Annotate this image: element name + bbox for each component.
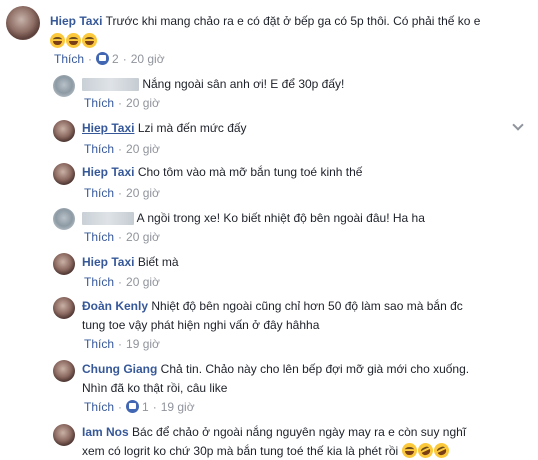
avatar[interactable] [53,208,75,230]
reply-author[interactable]: Iam Nos [82,425,129,439]
avatar[interactable] [53,297,75,319]
grinning-sweat-emoji [66,33,81,48]
rofl-emoji [415,440,436,460]
avatar[interactable] [6,6,40,40]
redacted-name [82,78,139,92]
like-badge-icon [126,400,140,413]
reply-time[interactable]: 19 giờ [161,400,195,414]
reply-text: Bác để chảo ở ngoài nắng nguyên ngày may… [132,425,467,439]
redacted-name [82,212,134,226]
reply-line: Hiep Taxi Cho tôm vào mà mỡ bắn tung toé… [82,164,362,180]
avatar[interactable] [53,253,75,275]
reply-text-cont: xem có logrit ko chứ 30p mà bắn tung toé… [82,444,399,458]
reply-text: Nắng ngoài sân anh ơi! E để 30p đấy! [142,77,345,91]
avatar[interactable] [53,163,75,185]
like-badge-icon [96,52,110,65]
rofl-emoji [431,440,452,460]
like-button[interactable]: Thích [84,400,114,414]
avatar[interactable] [53,360,75,382]
reply-text-cont: Nhìn đã ko thật rồi, câu like [82,381,228,395]
reply-line: Nắng ngoài sân anh ơi! E để 30p đấy! [82,76,344,92]
reply-line: A ngồi trong xe! Ko biết nhiệt độ bên ng… [82,210,425,226]
reply-time[interactable]: 19 giờ [126,337,160,351]
reply-text: A ngồi trong xe! Ko biết nhiệt độ bên ng… [136,211,425,225]
reply-time[interactable]: 20 giờ [126,230,160,244]
avatar[interactable] [53,120,75,142]
emoji-row [50,33,98,49]
reply-time[interactable]: 20 giờ [126,186,160,200]
reply-text: Biết mà [137,255,179,269]
like-button[interactable]: Thích [84,275,114,289]
reply-line: Đoàn Kenly Nhiệt độ bên ngoài cũng chỉ h… [82,298,463,314]
like-button[interactable]: Thích [84,96,114,110]
reply-text: Cho tôm vào mà mỡ bắn tung toé kinh thế [137,165,363,179]
reply-author[interactable]: Hiep Taxi [82,255,134,269]
grinning-sweat-emoji [50,33,65,48]
like-button[interactable]: Thích [54,52,84,66]
reply-line: Hiep Taxi Lzi mà đến mức đấy [82,120,247,136]
like-button[interactable]: Thích [84,142,114,156]
grinning-sweat-emoji [401,443,417,458]
grinning-sweat-emoji [82,33,97,48]
reply-time[interactable]: 20 giờ [126,275,160,289]
like-count[interactable]: 1 [142,400,149,414]
like-button[interactable]: Thích [84,186,114,200]
like-button[interactable]: Thích [84,230,114,244]
comment-author[interactable]: Hiep Taxi [50,14,102,28]
reply-author[interactable]: Đoàn Kenly [82,299,148,313]
avatar[interactable] [53,424,75,446]
reply-time[interactable]: 20 giờ [126,96,160,110]
reply-text: Nhiệt độ bên ngoài cũng chỉ hơn 50 độ là… [151,299,463,313]
reply-text: Lzi mà đến mức đấy [137,121,247,135]
reply-time[interactable]: 20 giờ [126,142,160,156]
chevron-down-icon[interactable] [512,119,524,131]
reply-line: Chung Giang Chả tin. Chảo này cho lên bế… [82,361,469,377]
reply-text-cont: tung toe vậy phát hiện nghi vấn ở đây hâ… [82,318,320,332]
reply-line: Hiep Taxi Biết mà [82,254,179,270]
comment-time[interactable]: 20 giờ [131,52,165,66]
like-count[interactable]: 2 [112,52,119,66]
avatar[interactable] [53,75,75,97]
reply-line: Iam Nos Bác để chảo ở ngoài nắng nguyên … [82,424,466,440]
reply-author[interactable]: Chung Giang [82,362,157,376]
reply-text: Chả tin. Chảo này cho lên bếp đợi mỡ già… [160,362,470,376]
reply-author[interactable]: Hiep Taxi [82,165,134,179]
comment-text: Trước khi mang chảo ra e có đặt ở bếp ga… [105,14,481,28]
reply-author[interactable]: Hiep Taxi [82,121,134,135]
like-button[interactable]: Thích [84,337,114,351]
